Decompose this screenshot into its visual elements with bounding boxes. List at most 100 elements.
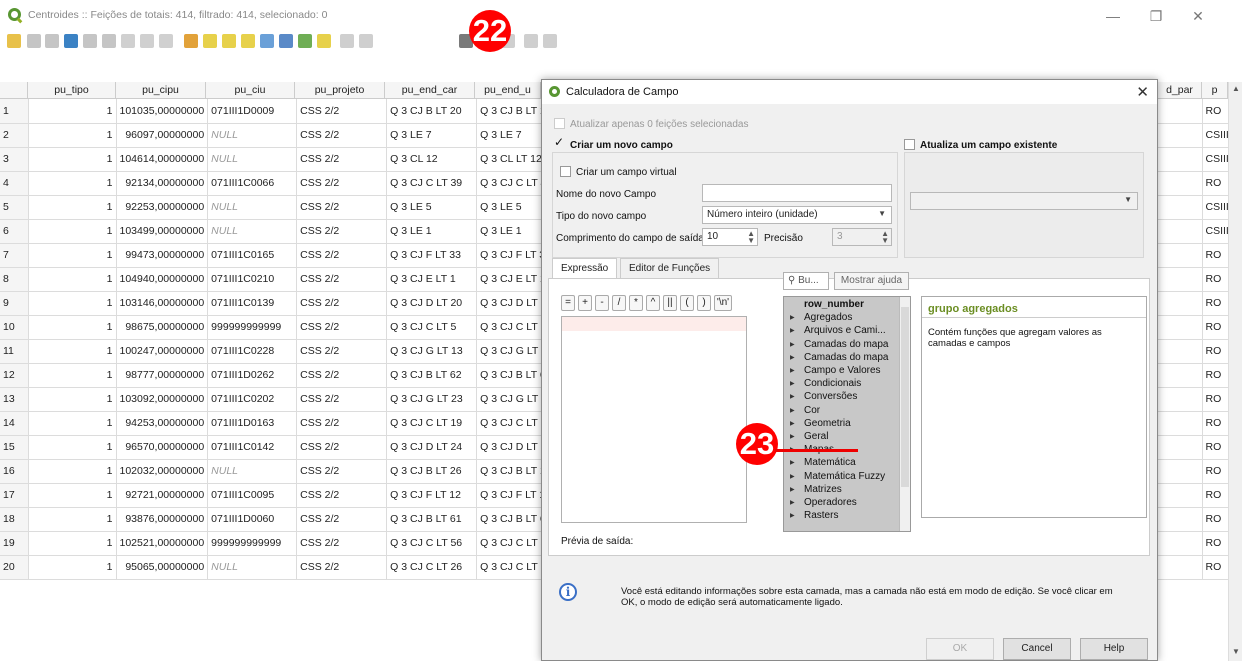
table-cell[interactable] [1158,435,1203,460]
table-cell[interactable]: Q 3 CJ B LT 6 [476,363,551,388]
row-number[interactable]: 2 [0,123,29,148]
dock-icon[interactable] [524,34,538,48]
table-row-right[interactable]: RO [1158,459,1233,484]
row-number[interactable]: 8 [0,267,29,292]
table-cell[interactable]: 1 [28,243,117,268]
table-cell[interactable] [1158,363,1203,388]
tab-expression[interactable]: Expressão [552,258,618,279]
minimize-icon[interactable]: — [1098,6,1128,26]
table-cell[interactable]: 92134,00000000 [116,171,209,196]
table-row[interactable]: 12 1 98777,00000000 071III1D0262 CSS 2/2 Q 3 … [0,363,551,388]
expand-arrow-icon[interactable]: ▶ [790,327,795,334]
table-row-right[interactable]: RO [1158,315,1233,340]
table-cell[interactable]: 104940,00000000 [116,267,209,292]
expand-arrow-icon[interactable]: ▶ [790,433,795,440]
cut-icon[interactable] [121,34,135,48]
table-cell[interactable]: 999999999999 [207,315,298,340]
table-cell[interactable]: Q 3 CJ B LT 26 [386,459,478,484]
row-number[interactable]: 5 [0,195,29,220]
function-group-item[interactable]: row_number [804,300,864,310]
expand-arrow-icon[interactable]: ▶ [790,341,795,348]
table-cell[interactable]: 1 [28,507,117,532]
table-cell[interactable]: Q 3 CJ C LT 1 [476,555,551,580]
table-cell[interactable]: 071III1C0142 [207,435,298,460]
table-cell[interactable] [1158,459,1203,484]
table-cell[interactable] [1158,267,1203,292]
expand-arrow-icon[interactable]: ▶ [790,459,795,466]
table-cell[interactable]: 1 [28,339,117,364]
table-cell[interactable]: 071III1C0095 [207,483,298,508]
function-group-item[interactable]: Camadas do mapa [804,339,889,350]
restore-icon[interactable]: ❐ [1141,6,1171,26]
function-group-item[interactable]: Camadas do mapa [804,352,889,363]
table-row[interactable]: 3 1 104614,00000000 NULL CSS 2/2 Q 3 CL 12 Q 3… [0,147,551,172]
table-cell[interactable]: Q 3 LE 7 [386,123,478,148]
table-row[interactable]: 11 1 100247,00000000 071III1C0228 CSS 2/2 Q 3… [0,339,551,364]
table-cell[interactable]: 98675,00000000 [116,315,209,340]
table-cell[interactable]: Q 3 LE 5 [386,195,478,220]
table-cell[interactable]: Q 3 CJ B LT 62 [386,363,478,388]
cancel-button[interactable]: Cancel [1003,638,1071,660]
table-cell[interactable]: 1 [28,171,117,196]
table-cell[interactable]: 102521,00000000 [116,531,209,556]
show-help-button[interactable]: Mostrar ajuda [834,272,909,290]
table-cell[interactable]: NULL [207,123,298,148]
table-cell[interactable]: 1 [28,195,117,220]
function-group-item[interactable]: Arquivos e Cami... [804,326,886,336]
table-scrollbar[interactable]: ▲ ▼ [1228,82,1242,661]
row-number[interactable]: 3 [0,147,29,172]
header-p[interactable]: p [1202,82,1228,99]
table-row-right[interactable]: RO [1158,435,1233,460]
table-cell[interactable] [1158,411,1203,436]
table-cell[interactable]: Q 3 CJ B LT 20 [386,99,478,124]
delete-feature-icon[interactable] [102,34,116,48]
operator-equals-button[interactable]: = [561,295,575,311]
copy-icon[interactable] [140,34,154,48]
table-cell[interactable]: CSS 2/2 [296,531,388,556]
row-number[interactable]: 14 [0,411,29,436]
row-number[interactable]: 10 [0,315,29,340]
table-cell[interactable]: 1 [28,147,117,172]
row-number[interactable]: 16 [0,459,29,484]
table-cell[interactable] [1158,195,1203,220]
table-row[interactable]: 8 1 104940,00000000 071III1C0210 CSS 2/2 Q 3 … [0,267,551,292]
table-cell[interactable] [1158,147,1203,172]
table-cell[interactable]: Q 3 CL LT 12 [476,147,551,172]
table-cell[interactable]: CSS 2/2 [296,411,388,436]
toggle-edit-icon[interactable] [7,34,21,48]
table-cell[interactable]: Q 3 CJ G LT 13 [386,339,478,364]
filter-icon[interactable] [260,34,274,48]
expand-arrow-icon[interactable]: ▶ [790,499,795,506]
expand-arrow-icon[interactable]: ▶ [790,380,795,387]
function-group-item[interactable]: Condicionais [804,379,861,389]
expand-arrow-icon[interactable]: ▶ [790,512,795,519]
function-list-scrollbar[interactable] [899,297,910,531]
table-row[interactable]: 7 1 99473,00000000 071III1C0165 CSS 2/2 Q 3 C… [0,243,551,268]
table-cell[interactable]: 1 [28,291,117,316]
expression-editor[interactable] [561,316,747,523]
expand-arrow-icon[interactable]: ▶ [790,486,795,493]
table-cell[interactable] [1158,291,1203,316]
table-cell[interactable]: 1 [28,531,117,556]
expand-arrow-icon[interactable]: ▶ [790,473,795,480]
table-row-right[interactable]: CSIII [1158,147,1233,172]
row-number[interactable]: 11 [0,339,29,364]
table-row-right[interactable]: RO [1158,363,1233,388]
table-cell[interactable]: 98777,00000000 [116,363,209,388]
operator-power-button[interactable]: ^ [646,295,660,311]
table-row[interactable]: 10 1 98675,00000000 999999999999 CSS 2/2 Q 3 … [0,315,551,340]
table-row-right[interactable]: RO [1158,411,1233,436]
table-row[interactable]: 2 1 96097,00000000 NULL CSS 2/2 Q 3 LE 7Q 3 L… [0,123,551,148]
table-cell[interactable]: Q 3 CJ C LT 4 [476,171,551,196]
header-d-par[interactable]: d_par [1158,82,1202,99]
expand-arrow-icon[interactable]: ▶ [790,407,795,414]
scroll-up-icon[interactable]: ▲ [1229,82,1242,96]
row-number[interactable]: 12 [0,363,29,388]
table-cell[interactable]: Q 3 CJ C LT 39 [386,171,478,196]
table-cell[interactable] [1158,171,1203,196]
row-number[interactable]: 1 [0,99,29,124]
table-cell[interactable]: CSS 2/2 [296,267,388,292]
row-number[interactable]: 17 [0,483,29,508]
table-cell[interactable]: CSS 2/2 [296,555,388,580]
close-icon[interactable]: ✕ [1183,6,1213,26]
